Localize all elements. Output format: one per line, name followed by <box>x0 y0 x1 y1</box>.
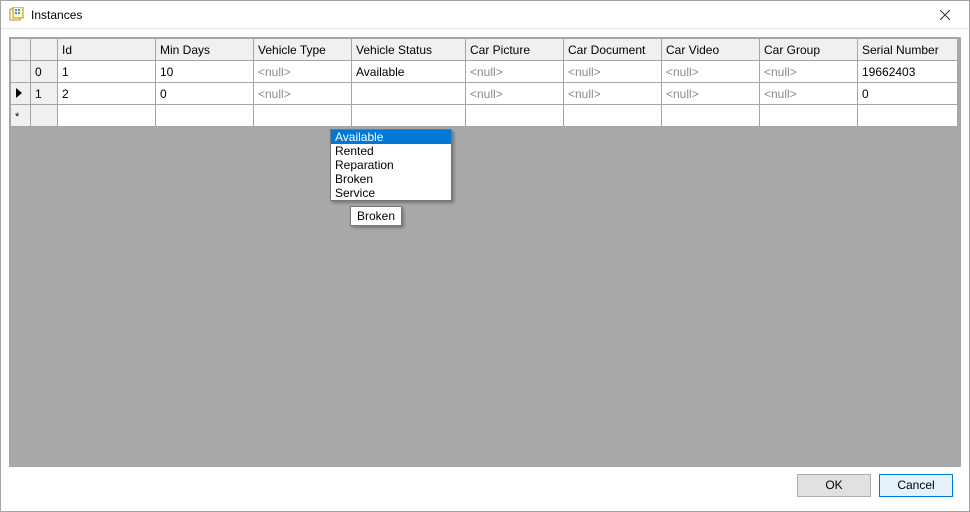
cell-car-picture[interactable] <box>466 105 564 127</box>
row-number[interactable]: 0 <box>31 61 58 83</box>
title-bar: Instances <box>1 1 969 29</box>
cell-car-video[interactable]: <null> <box>662 83 760 105</box>
window-title: Instances <box>31 8 923 22</box>
cell-vehicle-status[interactable]: Available <box>352 61 466 83</box>
dropdown-option-service[interactable]: Service <box>331 186 451 200</box>
col-header-car-video[interactable]: Car Video <box>662 39 760 61</box>
app-icon <box>9 7 25 23</box>
cell-min-days[interactable]: 10 <box>156 61 254 83</box>
current-row-marker-icon <box>15 88 23 98</box>
cell-vehicle-type[interactable]: <null> <box>254 61 352 83</box>
row-number[interactable]: 1 <box>31 83 58 105</box>
vehicle-status-dropdown-list[interactable]: Available Rented Reparation Broken Servi… <box>330 129 452 201</box>
ok-button[interactable]: OK <box>797 474 871 497</box>
col-header-serial-number[interactable]: Serial Number <box>858 39 958 61</box>
cell-serial-number[interactable]: 0 <box>858 83 958 105</box>
col-header-vehicle-status[interactable]: Vehicle Status <box>352 39 466 61</box>
grid-header-row: Id Min Days Vehicle Type Vehicle Status … <box>11 39 958 61</box>
cell-car-picture[interactable]: <null> <box>466 61 564 83</box>
cell-car-document[interactable] <box>564 105 662 127</box>
cell-car-group[interactable]: <null> <box>760 83 858 105</box>
cancel-button[interactable]: Cancel <box>879 474 953 497</box>
cell-min-days[interactable] <box>156 105 254 127</box>
col-header-car-picture[interactable]: Car Picture <box>466 39 564 61</box>
col-header-min-days[interactable]: Min Days <box>156 39 254 61</box>
cell-serial-number[interactable]: 19662403 <box>858 61 958 83</box>
cell-vehicle-status[interactable] <box>352 83 466 105</box>
instances-window: Instances Id Min D <box>0 0 970 512</box>
close-button[interactable] <box>923 2 967 28</box>
row-marker[interactable]: * <box>11 105 31 127</box>
col-header-car-document[interactable]: Car Document <box>564 39 662 61</box>
table-row[interactable]: 1 2 0 <null> <box>11 83 958 105</box>
cell-car-group[interactable]: <null> <box>760 61 858 83</box>
cell-vehicle-status[interactable] <box>352 105 466 127</box>
cell-min-days[interactable]: 0 <box>156 83 254 105</box>
cell-car-video[interactable]: <null> <box>662 61 760 83</box>
client-area: Id Min Days Vehicle Type Vehicle Status … <box>1 29 969 511</box>
table-row-new[interactable]: * <box>11 105 958 127</box>
row-marker[interactable] <box>11 61 31 83</box>
dropdown-option-broken[interactable]: Broken <box>331 172 451 186</box>
cell-serial-number[interactable] <box>858 105 958 127</box>
cell-id[interactable] <box>58 105 156 127</box>
dropdown-option-reparation[interactable]: Reparation <box>331 158 451 172</box>
cell-car-picture[interactable]: <null> <box>466 83 564 105</box>
cell-vehicle-type[interactable] <box>254 105 352 127</box>
vehicle-status-combo[interactable] <box>352 83 465 104</box>
dropdown-option-available[interactable]: Available <box>331 130 451 144</box>
data-grid[interactable]: Id Min Days Vehicle Type Vehicle Status … <box>9 37 961 467</box>
cell-id[interactable]: 2 <box>58 83 156 105</box>
dropdown-option-rented[interactable]: Rented <box>331 144 451 158</box>
col-header-id[interactable]: Id <box>58 39 156 61</box>
grid-corner[interactable] <box>11 39 31 61</box>
cell-car-document[interactable]: <null> <box>564 83 662 105</box>
tooltip: Broken <box>350 206 402 226</box>
col-header-car-group[interactable]: Car Group <box>760 39 858 61</box>
vehicle-status-input[interactable] <box>352 83 466 104</box>
row-number[interactable] <box>31 105 58 127</box>
grid-rownum-header[interactable] <box>31 39 58 61</box>
new-row-marker-icon: * <box>15 112 19 123</box>
col-header-vehicle-type[interactable]: Vehicle Type <box>254 39 352 61</box>
cell-id[interactable]: 1 <box>58 61 156 83</box>
cell-car-group[interactable] <box>760 105 858 127</box>
row-marker[interactable] <box>11 83 31 105</box>
cell-car-document[interactable]: <null> <box>564 61 662 83</box>
dialog-footer: OK Cancel <box>9 467 961 503</box>
cell-car-video[interactable] <box>662 105 760 127</box>
cell-vehicle-type[interactable]: <null> <box>254 83 352 105</box>
table-row[interactable]: 0 1 10 <null> Available <null> <null> <n… <box>11 61 958 83</box>
close-icon <box>940 10 950 20</box>
